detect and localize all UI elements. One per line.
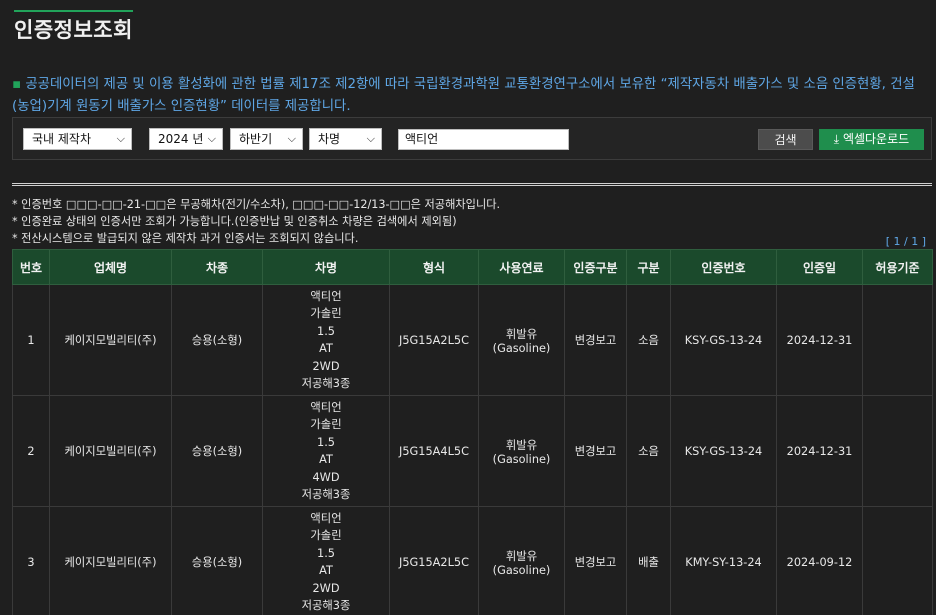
note-item: * 전산시스템으로 발급되지 않은 제작차 과거 인증서는 조회되지 않습니다. [12,232,359,245]
cell-cert-no: KSY-GS-13-24 [670,395,777,507]
col-header: 업체명 [49,249,172,285]
car-name-line: 저공해3종 [301,488,351,501]
cell-model: J5G15A4L5C [389,395,479,507]
year-select-value: 2024 년 [158,132,204,146]
search-button[interactable]: 검색 [758,129,813,150]
category-select-value: 국내 제작차 [32,132,92,146]
download-icon: ⤓ [833,132,840,146]
notes: * 인증번호 □□□-□□-21-□□은 무공해차(전기/수소차), □□□-□… [12,196,932,247]
chevron-down-icon: ⌵ [287,132,296,145]
note-item: * 인증완료 상태의 인증서만 조회가 가능합니다.(인증반납 및 인증취소 차… [12,215,457,228]
intro-body: 공공데이터의 제공 및 이용 활성화에 관한 법률 제17조 제2항에 따라 국… [12,77,915,114]
search-input[interactable]: 액티언 [398,129,569,150]
category-select[interactable]: 국내 제작차 ⌵ [23,128,132,150]
cell-cert-no: KSY-GS-13-24 [670,284,777,396]
cell-cert-type: 변경보고 [564,395,627,507]
pager: [ 1 / 1 ] [885,235,926,248]
col-header: 구분 [626,249,671,285]
chevron-down-icon: ⌵ [366,132,375,145]
table-row[interactable]: 2 케이지모빌리티(주) 승용(소형) 액티언 가솔린 1.5 AT 4WD 저… [12,395,933,507]
cell-type: 승용(소형) [171,284,263,396]
cell-model: J5G15A2L5C [389,506,479,615]
col-header: 형식 [389,249,479,285]
col-header: 차명 [262,249,390,285]
car-name-line: 1.5 [317,435,335,449]
car-name-line: 액티언 [310,511,342,525]
car-name-line: 가솔린 [310,307,342,320]
car-name-line: 저공해3종 [301,377,351,390]
cell-cert-no: KMY-SY-13-24 [670,506,777,615]
half-select-value: 하반기 [239,132,273,146]
intro-bullet: ▪ [12,77,22,92]
note-item: * 인증번호 □□□-□□-21-□□은 무공해차(전기/수소차), □□□-□… [12,198,501,211]
car-name-line: 1.5 [317,546,335,560]
results-table: 번호 업체명 차종 차명 형식 사용연료 인증구분 구분 인증번호 인증일 허용… [12,249,933,615]
cell-no: 2 [12,395,50,507]
cell-fuel: 휘발유(Gasoline) [478,506,565,615]
car-name-line: AT [319,453,333,466]
car-name-line: AT [319,564,333,577]
cell-no: 3 [12,506,50,615]
search-bar: 국내 제작차 ⌵ 2024 년 ⌵ 하반기 ⌵ 차명 ⌵ 액티언 검색 ⤓ 엑셀… [12,117,932,160]
cell-standard [862,506,933,615]
cell-type: 승용(소형) [171,395,263,507]
cell-company: 케이지모빌리티(주) [49,506,172,615]
car-name-line: 1.5 [317,324,335,338]
cell-standard [862,284,933,396]
car-name-line: 가솔린 [310,529,342,542]
table-row[interactable]: 3 케이지모빌리티(주) 승용(소형) 액티언 가솔린 1.5 AT 2WD 저… [12,506,933,615]
page-title-wrap: 인증정보조회 [14,10,133,44]
col-header: 번호 [12,249,50,285]
cell-model: J5G15A2L5C [389,284,479,396]
year-select[interactable]: 2024 년 ⌵ [149,128,223,150]
car-name-line: 4WD [312,470,340,484]
cell-date: 2024-12-31 [776,395,863,507]
car-name-line: 2WD [312,359,340,373]
car-name-line: 액티언 [310,289,342,303]
car-name-line: 액티언 [310,400,342,414]
section-divider [12,183,932,186]
col-header: 허용기준 [862,249,933,285]
cell-company: 케이지모빌리티(주) [49,284,172,396]
chevron-down-icon: ⌵ [116,132,125,145]
field-select-value: 차명 [318,132,341,146]
cell-category: 배출 [626,506,671,615]
page-title: 인증정보조회 [14,18,133,42]
cell-type: 승용(소형) [171,506,263,615]
half-select[interactable]: 하반기 ⌵ [230,128,303,150]
excel-download-button[interactable]: ⤓ 엑셀다운로드 [819,129,924,150]
intro-text: ▪ 공공데이터의 제공 및 이용 활성화에 관한 법률 제17조 제2항에 따라… [12,74,932,118]
cell-fuel: 휘발유(Gasoline) [478,395,565,507]
table-row[interactable]: 1 케이지모빌리티(주) 승용(소형) 액티언 가솔린 1.5 AT 2WD 저… [12,284,933,396]
cell-date: 2024-12-31 [776,284,863,396]
cell-car-name: 액티언 가솔린 1.5 AT 2WD 저공해3종 [262,284,390,396]
cell-date: 2024-09-12 [776,506,863,615]
cell-car-name: 액티언 가솔린 1.5 AT 4WD 저공해3종 [262,395,390,507]
col-header: 인증일 [776,249,863,285]
cell-car-name: 액티언 가솔린 1.5 AT 2WD 저공해3종 [262,506,390,615]
car-name-line: 저공해3종 [301,599,351,612]
cell-category: 소음 [626,284,671,396]
col-header: 사용연료 [478,249,565,285]
chevron-down-icon: ⌵ [207,132,216,145]
cell-cert-type: 변경보고 [564,284,627,396]
col-header: 인증번호 [670,249,777,285]
cell-no: 1 [12,284,50,396]
car-name-line: 2WD [312,581,340,595]
car-name-line: 가솔린 [310,418,342,431]
cell-category: 소음 [626,395,671,507]
cell-fuel: 휘발유(Gasoline) [478,284,565,396]
col-header: 인증구분 [564,249,627,285]
col-header: 차종 [171,249,263,285]
cell-company: 케이지모빌리티(주) [49,395,172,507]
cell-cert-type: 변경보고 [564,506,627,615]
table-header-row: 번호 업체명 차종 차명 형식 사용연료 인증구분 구분 인증번호 인증일 허용… [12,249,933,285]
field-select[interactable]: 차명 ⌵ [309,128,382,150]
car-name-line: AT [319,342,333,355]
cell-standard [862,395,933,507]
excel-download-label: 엑셀다운로드 [842,132,910,146]
